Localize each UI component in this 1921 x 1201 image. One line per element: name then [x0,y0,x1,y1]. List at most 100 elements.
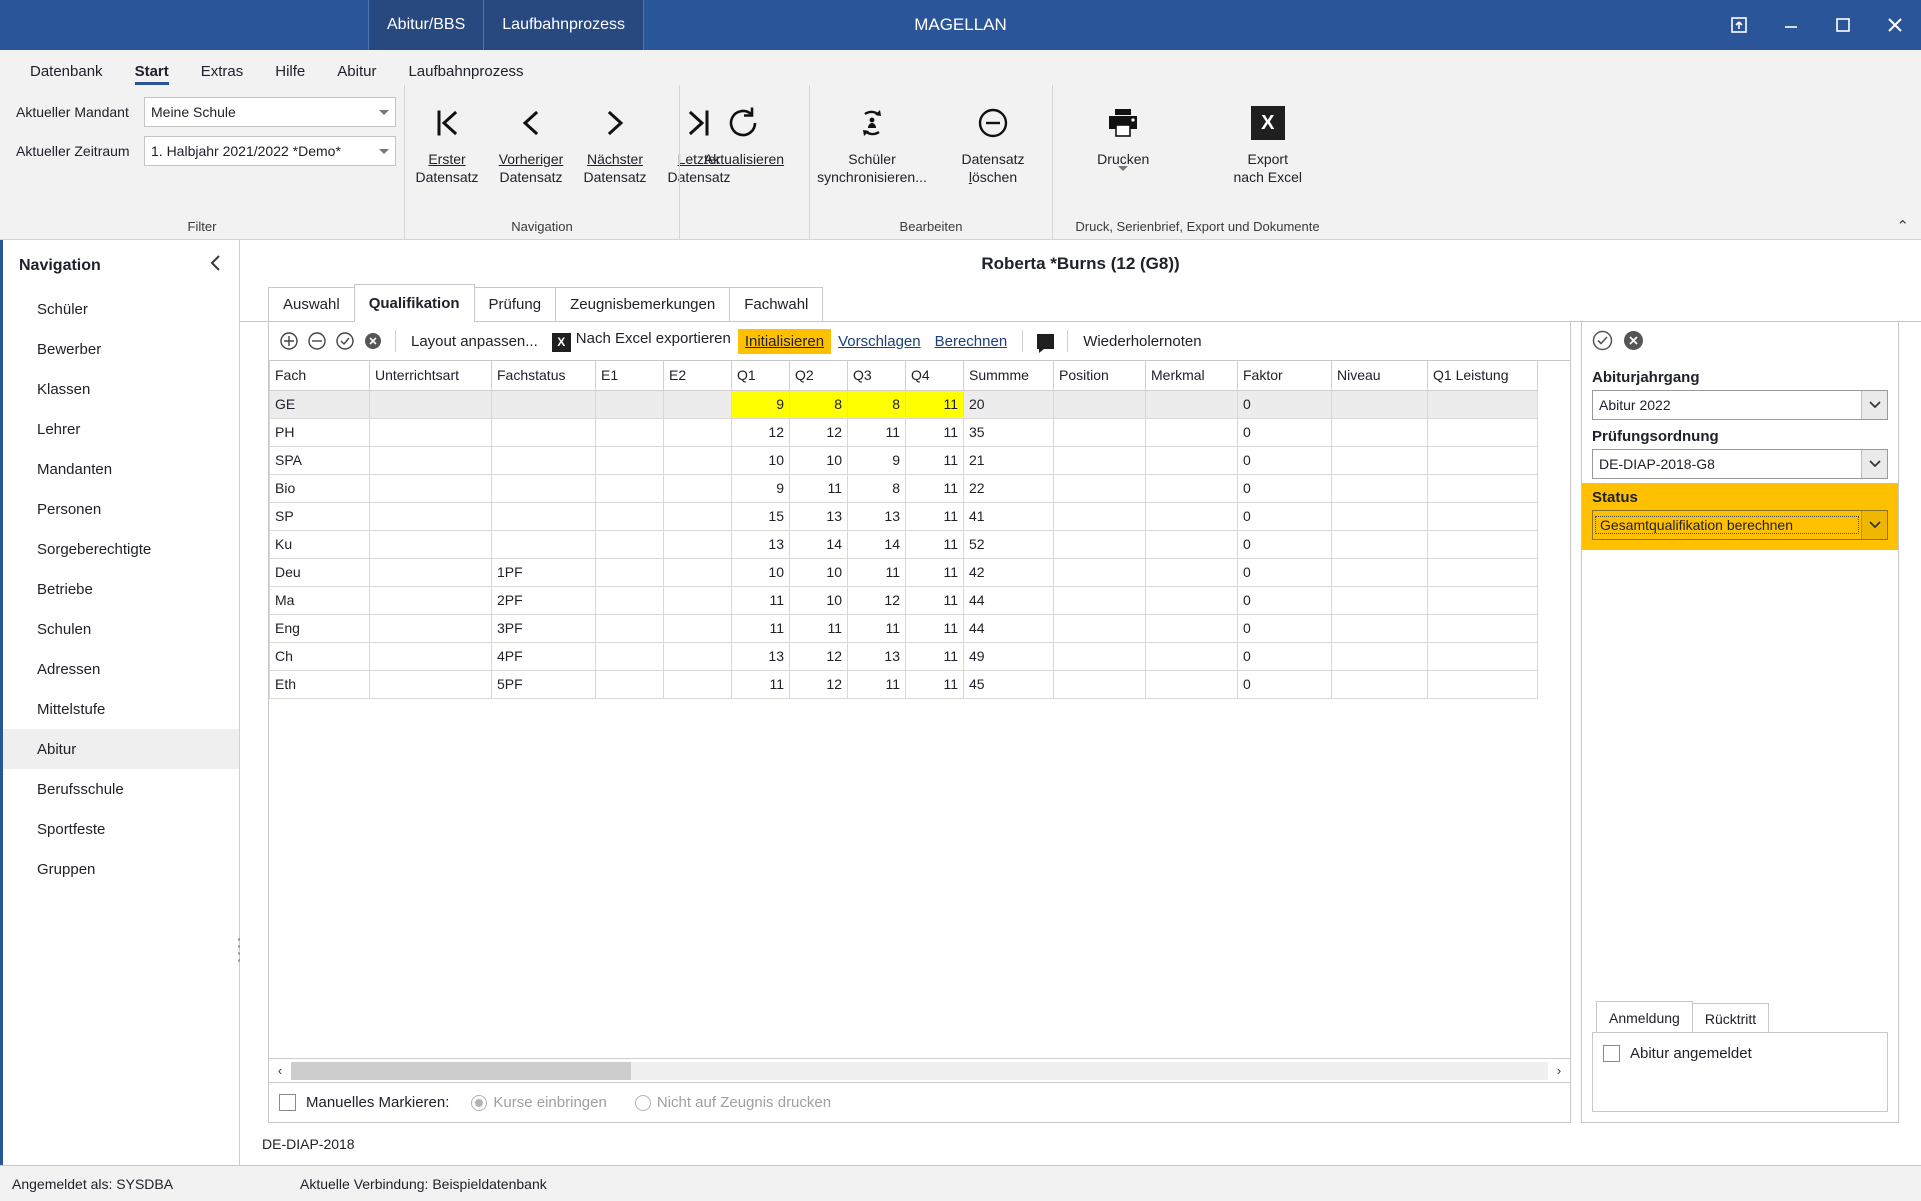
cell-q4[interactable]: 11 [905,641,964,671]
cell-q3[interactable]: 11 [847,669,906,699]
cell-position[interactable] [1053,641,1146,671]
table-row[interactable]: Ku 13 14 14 11 52 0 [269,529,1538,559]
cell-niveau[interactable] [1331,417,1428,447]
sidebar-item-betriebe[interactable]: Betriebe [3,569,239,609]
cell-e2[interactable] [663,501,732,531]
cell-q2[interactable]: 10 [789,557,848,587]
cell-merkmal[interactable] [1145,501,1238,531]
tab-ruecktritt[interactable]: Rücktritt [1691,1003,1770,1033]
close-icon[interactable] [1869,0,1921,50]
cell-fachstatus[interactable]: 4PF [491,641,596,671]
cell-fach[interactable]: SPA [269,445,370,475]
cell-fach[interactable]: Ma [269,585,370,615]
document-tab-laufbahnprozess[interactable]: Laufbahnprozess [484,0,645,50]
chevron-down-icon[interactable] [1861,511,1887,539]
export-excel-button[interactable]: Export X Exportnach Excel [1204,85,1332,186]
cell-q3[interactable]: 9 [847,445,906,475]
table-row[interactable]: Ch 4PF 13 12 13 11 49 0 [269,641,1538,671]
sidebar-item-schulen[interactable]: Schulen [3,609,239,649]
cancel-circle-icon[interactable] [1623,330,1644,355]
col-q4[interactable]: Q4 [905,361,964,391]
cell-faktor[interactable]: 0 [1237,389,1332,419]
cell-q3[interactable]: 14 [847,529,906,559]
cell-faktor[interactable]: 0 [1237,585,1332,615]
cell-unterrichtsart[interactable] [369,557,492,587]
add-icon[interactable] [275,327,303,355]
scroll-left-icon[interactable]: ‹ [269,1060,291,1082]
cell-e1[interactable] [595,641,664,671]
cell-q2[interactable]: 12 [789,669,848,699]
cell-q1-leistung[interactable] [1427,501,1538,531]
table-row[interactable]: PH 12 12 11 11 35 0 [269,417,1538,447]
cell-q1-leistung[interactable] [1427,445,1538,475]
cell-niveau[interactable] [1331,389,1428,419]
document-tab-abitur-bbs[interactable]: Abitur/BBS [368,0,485,50]
sidebar-item-abitur[interactable]: Abitur [3,729,239,769]
cell-unterrichtsart[interactable] [369,417,492,447]
cell-q4[interactable]: 11 [905,613,964,643]
cell-e2[interactable] [663,529,732,559]
sidebar-item-adressen[interactable]: Adressen [3,649,239,689]
zeitraum-combobox[interactable]: 1. Halbjahr 2021/2022 *Demo* [144,136,396,166]
cell-merkmal[interactable] [1145,445,1238,475]
cell-position[interactable] [1053,473,1146,503]
cell-summe[interactable]: 21 [963,445,1054,475]
initialisieren-button[interactable]: Initialisieren [737,328,832,354]
sidebar-item-personen[interactable]: Personen [3,489,239,529]
cell-niveau[interactable] [1331,445,1428,475]
cell-e1[interactable] [595,557,664,587]
cell-niveau[interactable] [1331,501,1428,531]
cell-position[interactable] [1053,669,1146,699]
radio-icon[interactable] [634,1094,651,1111]
cell-merkmal[interactable] [1145,585,1238,615]
cell-q3[interactable]: 12 [847,585,906,615]
cell-e1[interactable] [595,613,664,643]
export-excel-link[interactable]: X Nach Excel exportieren [545,326,738,356]
layout-anpassen-button[interactable]: Layout anpassen... [404,329,545,354]
cell-fachstatus[interactable]: 5PF [491,669,596,699]
cell-q1[interactable]: 11 [731,613,790,643]
cell-q2[interactable]: 8 [789,389,848,419]
sidebar-item-berufsschule[interactable]: Berufsschule [3,769,239,809]
cell-q2[interactable]: 12 [789,641,848,671]
confirm-circle-icon[interactable] [1592,330,1613,355]
qualification-grid-container[interactable]: Fach Unterrichtsart Fachstatus E1 E2 Q1 … [269,360,1570,1058]
cell-niveau[interactable] [1331,473,1428,503]
tab-zeugnisbemerkungen[interactable]: Zeugnisbemerkungen [555,287,731,321]
chevron-down-icon[interactable] [1118,165,1129,188]
col-unterrichtsart[interactable]: Unterrichtsart [369,361,492,391]
cell-fach[interactable]: Ch [269,641,370,671]
cell-fach[interactable]: Bio [269,473,370,503]
cell-faktor[interactable]: 0 [1237,417,1332,447]
cell-q3[interactable]: 13 [847,641,906,671]
remove-icon[interactable] [303,327,331,355]
cell-e2[interactable] [663,473,732,503]
cell-q2[interactable]: 12 [789,417,848,447]
scrollbar-track[interactable] [291,1061,1548,1080]
vorschlagen-button[interactable]: Vorschlagen [831,329,928,354]
cell-summe[interactable]: 44 [963,613,1054,643]
cell-fachstatus[interactable]: 2PF [491,585,596,615]
chevron-left-icon[interactable] [209,254,223,277]
col-summe[interactable]: Summme [963,361,1054,391]
cell-q1-leistung[interactable] [1427,389,1538,419]
sidebar-item-sportfeste[interactable]: Sportfeste [3,809,239,849]
cell-q2[interactable]: 11 [789,473,848,503]
cell-faktor[interactable]: 0 [1237,529,1332,559]
first-record-button[interactable]: Erster Datensatz [405,85,489,186]
cell-niveau[interactable] [1331,613,1428,643]
cell-unterrichtsart[interactable] [369,501,492,531]
table-row[interactable]: Eth 5PF 11 12 11 11 45 0 [269,669,1538,699]
cell-niveau[interactable] [1331,641,1428,671]
refresh-button[interactable]: Aktualisieren [680,85,808,169]
cell-fach[interactable]: Eth [269,669,370,699]
cell-summe[interactable]: 45 [963,669,1054,699]
cell-q4[interactable]: 11 [905,669,964,699]
manual-mark-checkbox[interactable] [279,1094,296,1111]
sidebar-item-schueler[interactable]: Schüler [3,289,239,329]
menu-item-abitur[interactable]: Abitur [321,64,392,85]
cell-q1[interactable]: 13 [731,641,790,671]
cell-q4[interactable]: 11 [905,557,964,587]
sidebar-item-bewerber[interactable]: Bewerber [3,329,239,369]
cell-merkmal[interactable] [1145,473,1238,503]
